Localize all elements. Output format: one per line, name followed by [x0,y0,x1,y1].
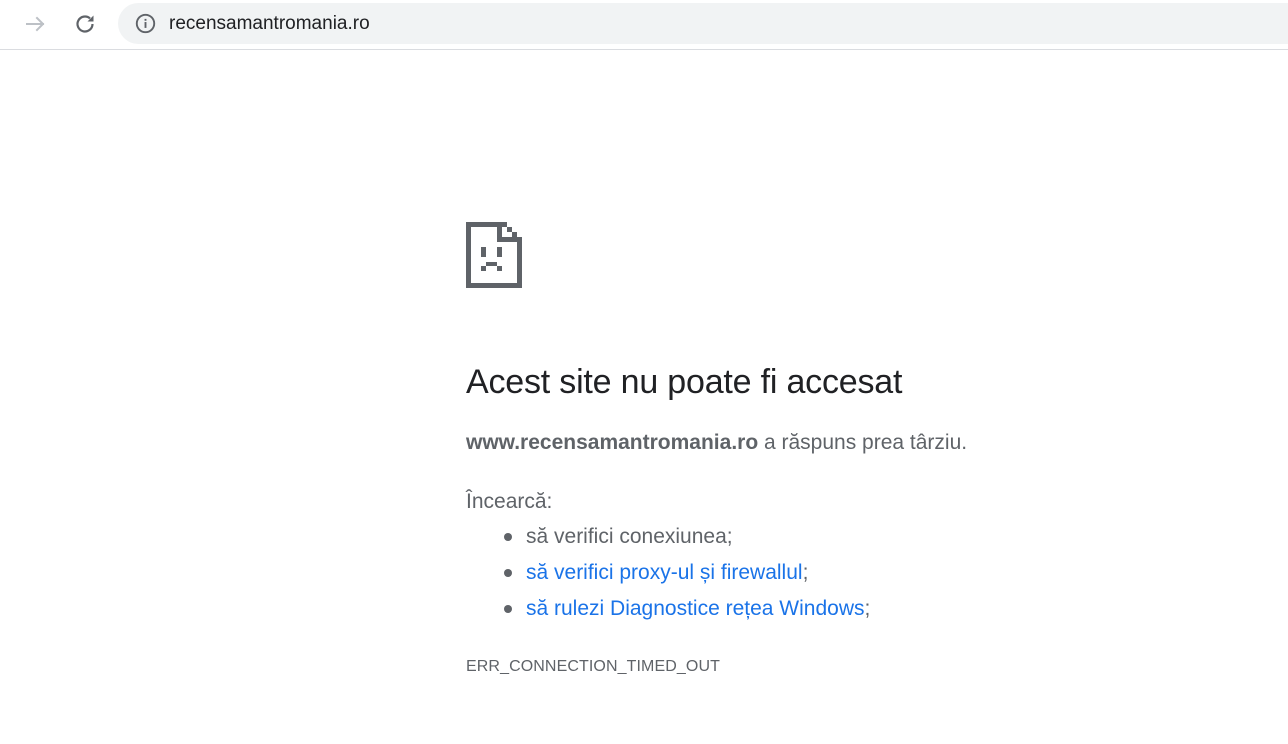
suggestion-text: să verifici conexiunea [526,525,727,548]
error-description-suffix: a răspuns prea târziu. [758,431,968,454]
browser-toolbar: recensamantromania.ro [0,0,1288,50]
reload-button[interactable] [67,6,103,42]
suggestion-check-proxy: să verifici proxy-ul și firewallul; [466,560,870,596]
try-label: Încearcă: [466,490,553,513]
sad-document-icon [466,222,522,288]
url-text[interactable]: recensamantromania.ro [169,13,370,34]
arrow-forward-icon [26,16,45,32]
info-icon[interactable] [135,13,156,34]
bullet [504,605,512,613]
error-title: Acest site nu poate fi accesat [466,363,903,401]
reload-icon [76,15,94,33]
forward-button[interactable] [18,6,54,42]
error-description: www.recensamantromania.ro a răspuns prea… [466,430,967,456]
suggestion-run-diagnostics: să rulezi Diagnostice rețea Windows; [466,596,870,632]
error-host: www.recensamantromania.ro [466,431,759,454]
suggestion-check-connection: să verifici conexiunea; [466,524,870,560]
bullet [504,569,512,577]
suggestions-list: să verifici conexiunea; să verifici prox… [466,524,870,632]
error-code: ERR_CONNECTION_TIMED_OUT [466,658,720,675]
suggestion-suffix: ; [864,597,871,620]
run-diagnostics-link[interactable]: să rulezi Diagnostice rețea Windows [526,597,864,620]
suggestion-suffix: ; [726,525,733,548]
address-bar[interactable]: recensamantromania.ro [118,3,1288,44]
check-proxy-link[interactable]: să verifici proxy-ul și firewallul [526,561,803,584]
bullet [504,533,512,541]
suggestion-suffix: ; [802,561,809,584]
